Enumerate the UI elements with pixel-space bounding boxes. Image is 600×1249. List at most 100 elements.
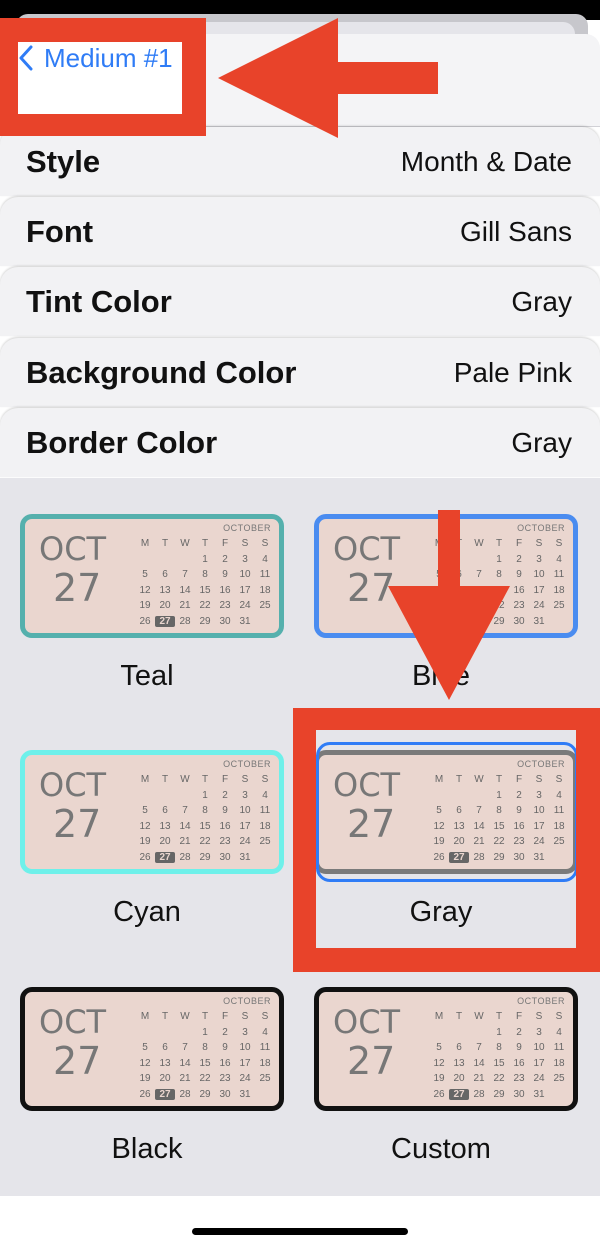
calendar-day: 8 [496, 569, 502, 581]
calendar-day: 30 [219, 1088, 231, 1100]
calendar-weekday: T [161, 774, 169, 786]
calendar-day: 17 [239, 820, 251, 832]
setting-label: Style [26, 143, 101, 179]
border-option-blue[interactable]: OCT 27 OCTOBER M T W T F S S 1 2 3 4 5 6 7 8 9 10 11 12 13 14 15… [294, 478, 588, 715]
widget-calendar-title: OCTOBER [223, 759, 271, 769]
calendar-day: 30 [219, 851, 231, 863]
calendar-day: 2 [222, 789, 228, 801]
widget-preview: OCT 27 OCTOBER M T W T F S S 1 2 3 4 5 6 7 8 9 10 11 12 13 14 15… [20, 750, 284, 874]
calendar-weekday: M [434, 1011, 444, 1023]
calendar-day: 27 [155, 1088, 175, 1100]
chevron-left-icon [19, 45, 33, 71]
calendar-weekday: W [474, 1011, 484, 1023]
calendar-day: 9 [222, 805, 228, 817]
calendar-day: 5 [436, 569, 442, 581]
calendar-day: 10 [239, 1042, 251, 1054]
calendar-day: 6 [162, 805, 168, 817]
calendar-day: 5 [142, 1042, 148, 1054]
calendar-day: 25 [259, 600, 271, 612]
calendar-day: 15 [493, 1057, 505, 1069]
setting-row-tint-color[interactable]: Tint Color Gray [0, 267, 600, 336]
widget-preview: OCT 27 OCTOBER M T W T F S S 1 2 3 4 5 6 7 8 9 10 11 12 13 14 15… [314, 514, 578, 638]
calendar-weekday: M [434, 538, 444, 550]
border-option-black[interactable]: OCT 27 OCTOBER M T W T F S S 1 2 3 4 5 6 7 8 9 10 11 12 13 14 15… [0, 951, 294, 1188]
setting-row-style[interactable]: Style Month & Date [0, 127, 600, 196]
calendar-day: 10 [239, 805, 251, 817]
calendar-day: 30 [219, 615, 231, 627]
calendar-weekday: T [455, 1011, 463, 1023]
calendar-weekday: S [555, 1011, 563, 1023]
calendar-day: 15 [493, 584, 505, 596]
calendar-day: 21 [179, 836, 191, 848]
home-area [0, 1196, 600, 1249]
border-option-cyan[interactable]: OCT 27 OCTOBER M T W T F S S 1 2 3 4 5 6 7 8 9 10 11 12 13 14 15… [0, 714, 294, 951]
calendar-day: 23 [219, 600, 231, 612]
setting-label: Background Color [26, 354, 297, 390]
calendar-day: 6 [456, 569, 462, 581]
calendar-day: 4 [262, 789, 268, 801]
widget-calendar-title: OCTOBER [223, 523, 271, 533]
back-button-overlay[interactable]: Medium #1 [18, 38, 173, 78]
calendar-day: 3 [536, 553, 542, 565]
calendar-day: 24 [239, 1073, 251, 1085]
calendar-day: 28 [473, 1088, 485, 1100]
calendar-day: 31 [239, 615, 251, 627]
calendar-weekday: S [261, 774, 269, 786]
calendar-weekday: W [474, 538, 484, 550]
calendar-weekday: F [221, 538, 229, 550]
calendar-day: 27 [155, 615, 175, 627]
calendar-day: 2 [222, 553, 228, 565]
calendar-day: 24 [533, 600, 545, 612]
calendar-day: 27 [449, 1088, 469, 1100]
calendar-weekday: S [535, 1011, 543, 1023]
calendar-day: 3 [242, 553, 248, 565]
border-option-label: Black [111, 1133, 183, 1165]
calendar-day: 8 [202, 569, 208, 581]
border-option-custom[interactable]: OCT 27 OCTOBER M T W T F S S 1 2 3 4 5 6 7 8 9 10 11 12 13 14 15… [294, 951, 588, 1188]
calendar-day: 3 [536, 1026, 542, 1038]
calendar-weekday: T [495, 538, 503, 550]
setting-label: Font [26, 213, 94, 249]
setting-value: Gray [511, 285, 572, 317]
widget-day: 27 [53, 802, 102, 846]
calendar-day: 13 [453, 584, 465, 596]
calendar-day: 14 [473, 1057, 485, 1069]
calendar-day: 20 [453, 1073, 465, 1085]
calendar-day: 19 [433, 1073, 445, 1085]
calendar-day: 16 [219, 820, 231, 832]
border-option-teal[interactable]: OCT 27 OCTOBER M T W T F S S 1 2 3 4 5 6 7 8 9 10 11 12 13 14 15… [0, 478, 294, 715]
calendar-weekday: S [241, 538, 249, 550]
calendar-day: 4 [262, 1026, 268, 1038]
calendar-day: 20 [159, 600, 171, 612]
setting-row-background-color[interactable]: Background Color Pale Pink [0, 338, 600, 407]
border-option-label: Teal [120, 660, 174, 692]
widget-preview: OCT 27 OCTOBER M T W T F S S 1 2 3 4 5 6 7 8 9 10 11 12 13 14 15… [314, 987, 578, 1111]
calendar-day: 28 [179, 615, 191, 627]
widget-day: 27 [347, 566, 396, 610]
calendar-day: 1 [202, 553, 208, 565]
setting-value: Gray [511, 426, 572, 458]
calendar-day: 28 [179, 851, 191, 863]
setting-row-font[interactable]: Font Gill Sans [0, 197, 600, 266]
widget-day: 27 [53, 566, 102, 610]
calendar-day: 27 [155, 851, 175, 863]
calendar-day: 15 [199, 1057, 211, 1069]
calendar-day: 12 [139, 584, 151, 596]
calendar-day: 30 [513, 615, 525, 627]
calendar-day: 18 [259, 584, 271, 596]
calendar-day: 22 [199, 1073, 211, 1085]
calendar-day: 3 [242, 789, 248, 801]
calendar-day: 25 [553, 600, 565, 612]
setting-row-border-color[interactable]: Border Color Gray [0, 408, 600, 477]
calendar-weekday: T [201, 1011, 209, 1023]
calendar-day: 17 [533, 584, 545, 596]
calendar-day: 28 [179, 1088, 191, 1100]
calendar-day: 13 [159, 820, 171, 832]
setting-label: Border Color [26, 424, 218, 460]
calendar-day: 22 [199, 600, 211, 612]
calendar-day: 26 [139, 1088, 151, 1100]
calendar-day: 19 [433, 600, 445, 612]
calendar-weekday: W [180, 538, 190, 550]
calendar-weekday: S [241, 774, 249, 786]
calendar-day: 10 [239, 569, 251, 581]
